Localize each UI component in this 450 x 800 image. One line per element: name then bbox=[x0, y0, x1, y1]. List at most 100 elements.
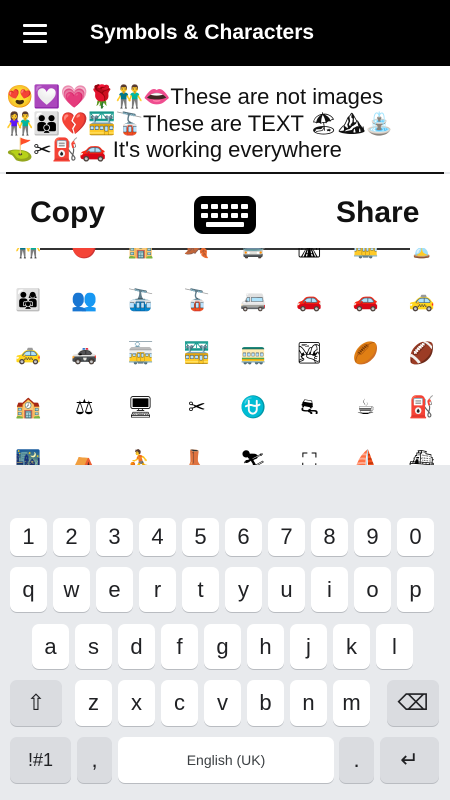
emoji-row: 🚕 🚓 🚋 🚟 🚃 🏞 🏉 🏈 bbox=[0, 338, 450, 368]
emoji-cell[interactable]: 👥 bbox=[56, 285, 112, 315]
key-s[interactable]: s bbox=[75, 624, 112, 669]
key-0[interactable]: 0 bbox=[397, 518, 434, 556]
emoji-cell[interactable]: 🚕 bbox=[0, 338, 56, 368]
emoji-cell[interactable]: 👨‍👩‍👧 bbox=[0, 285, 56, 315]
emoji-cell[interactable]: 🍂 bbox=[169, 248, 225, 262]
key-e[interactable]: e bbox=[96, 567, 133, 612]
emoji-cell[interactable]: 🏉 bbox=[338, 338, 394, 368]
enter-key[interactable]: ↵ bbox=[380, 737, 439, 783]
key-1[interactable]: 1 bbox=[10, 518, 47, 556]
key-3[interactable]: 3 bbox=[96, 518, 133, 556]
emoji-cell[interactable]: ⛐ bbox=[281, 392, 337, 422]
emoji-cell[interactable]: 🚗 bbox=[338, 285, 394, 315]
comma-key[interactable]: , bbox=[77, 737, 112, 783]
emoji-row: 👬 🔴 🏫 🍂 🚍 🛣 🚋 ⏳ bbox=[0, 248, 450, 262]
emoji-cell[interactable]: 🚍 bbox=[225, 248, 281, 262]
copy-button[interactable]: Copy bbox=[30, 196, 105, 230]
key-w[interactable]: w bbox=[53, 567, 90, 612]
emoji-cell[interactable]: 🚗 bbox=[281, 285, 337, 315]
space-key[interactable]: English (UK) bbox=[118, 737, 334, 783]
emoji-cell[interactable]: 🏈 bbox=[394, 338, 450, 368]
key-y[interactable]: y bbox=[225, 567, 262, 612]
app-title: Symbols & Characters bbox=[90, 21, 315, 44]
editor-line: 👫👪💔🚟🚡These are TEXT 🏖⛰⛲ bbox=[6, 110, 393, 136]
soft-keyboard: 1 2 3 4 5 6 7 8 9 0 q w e r t y u i o p … bbox=[0, 465, 450, 800]
text-editor[interactable]: 😍💟💗🌹👬👄These are not images 👫👪💔🚟🚡These ar… bbox=[0, 66, 450, 172]
emoji-cell[interactable]: ⛵ bbox=[338, 446, 394, 465]
emoji-cell[interactable]: 🖥 bbox=[113, 392, 169, 422]
enter-icon: ↵ bbox=[400, 747, 419, 772]
key-b[interactable]: b bbox=[247, 680, 284, 726]
emoji-cell[interactable]: ⚖ bbox=[56, 392, 112, 422]
emoji-cell[interactable]: 🚐 bbox=[225, 285, 281, 315]
key-x[interactable]: x bbox=[118, 680, 155, 726]
key-a[interactable]: a bbox=[32, 624, 69, 669]
symbols-key[interactable]: !#1 bbox=[10, 737, 71, 783]
key-l[interactable]: l bbox=[376, 624, 413, 669]
key-r[interactable]: r bbox=[139, 567, 176, 612]
shift-key[interactable]: ⇧ bbox=[10, 680, 62, 726]
emoji-cell[interactable]: 🏞 bbox=[281, 338, 337, 368]
key-f[interactable]: f bbox=[161, 624, 198, 669]
emoji-cell[interactable]: 🚓 bbox=[56, 338, 112, 368]
keyboard-icon[interactable] bbox=[194, 196, 256, 234]
emoji-cell[interactable]: 🏫 bbox=[113, 248, 169, 262]
emoji-cell[interactable]: 🚡 bbox=[169, 285, 225, 315]
emoji-cell[interactable]: ⛽ bbox=[394, 392, 450, 422]
key-i[interactable]: i bbox=[311, 567, 348, 612]
period-key[interactable]: . bbox=[339, 737, 374, 783]
emoji-row: 🏫 ⚖ 🖥 ✂ ⛎ ⛐ ☕ ⛽ bbox=[0, 392, 450, 422]
key-j[interactable]: j bbox=[290, 624, 327, 669]
key-g[interactable]: g bbox=[204, 624, 241, 669]
emoji-cell[interactable]: 🏫 bbox=[0, 392, 56, 422]
emoji-cell[interactable]: 🛣 bbox=[281, 248, 337, 262]
emoji-cell[interactable]: ☕ bbox=[338, 392, 394, 422]
emoji-cell[interactable]: 👬 bbox=[0, 248, 56, 262]
emoji-cell[interactable]: 🌃 bbox=[0, 446, 56, 465]
key-8[interactable]: 8 bbox=[311, 518, 348, 556]
key-2[interactable]: 2 bbox=[53, 518, 90, 556]
key-6[interactable]: 6 bbox=[225, 518, 262, 556]
editor-line: 😍💟💗🌹👬👄These are not images bbox=[6, 84, 384, 109]
key-9[interactable]: 9 bbox=[354, 518, 391, 556]
key-k[interactable]: k bbox=[333, 624, 370, 669]
key-u[interactable]: u bbox=[268, 567, 305, 612]
emoji-cell[interactable]: ⛷ bbox=[225, 446, 281, 465]
key-4[interactable]: 4 bbox=[139, 518, 176, 556]
emoji-cell[interactable]: ⏳ bbox=[394, 248, 450, 262]
emoji-cell[interactable]: 🚕 bbox=[394, 285, 450, 315]
emoji-cell[interactable]: 🚟 bbox=[169, 338, 225, 368]
key-c[interactable]: c bbox=[161, 680, 198, 726]
emoji-cell[interactable]: 👢 bbox=[169, 446, 225, 465]
key-7[interactable]: 7 bbox=[268, 518, 305, 556]
emoji-cell[interactable]: ✂ bbox=[169, 392, 225, 422]
key-m[interactable]: m bbox=[333, 680, 370, 726]
emoji-cell[interactable]: ⛹ bbox=[113, 446, 169, 465]
key-5[interactable]: 5 bbox=[182, 518, 219, 556]
emoji-row: 👨‍👩‍👧 👥 🚠 🚡 🚐 🚗 🚗 🚕 bbox=[0, 285, 450, 315]
emoji-grid: 👬 🔴 🏫 🍂 🚍 🛣 🚋 ⏳ 👨‍👩‍👧 👥 🚠 🚡 🚐 🚗 🚗 🚕 🚕 🚓 … bbox=[0, 248, 450, 465]
key-o[interactable]: o bbox=[354, 567, 391, 612]
emoji-cell[interactable]: ⛶ bbox=[281, 446, 337, 465]
key-t[interactable]: t bbox=[182, 567, 219, 612]
key-h[interactable]: h bbox=[247, 624, 284, 669]
key-z[interactable]: z bbox=[75, 680, 112, 726]
emoji-cell[interactable]: 🚠 bbox=[113, 285, 169, 315]
menu-icon[interactable] bbox=[0, 0, 70, 66]
emoji-cell[interactable]: ⛺ bbox=[56, 446, 112, 465]
key-p[interactable]: p bbox=[397, 567, 434, 612]
share-button[interactable]: Share bbox=[336, 196, 419, 230]
emoji-cell[interactable]: 🔴 bbox=[56, 248, 112, 262]
emoji-row: 🌃 ⛺ ⛹ 👢 ⛷ ⛶ ⛵ ⛴ bbox=[0, 446, 450, 465]
emoji-cell[interactable]: ⛴ bbox=[394, 446, 450, 465]
emoji-cell[interactable]: 🚋 bbox=[113, 338, 169, 368]
emoji-cell[interactable]: 🚋 bbox=[338, 248, 394, 262]
key-d[interactable]: d bbox=[118, 624, 155, 669]
emoji-cell[interactable]: ⛎ bbox=[225, 392, 281, 422]
key-v[interactable]: v bbox=[204, 680, 241, 726]
key-n[interactable]: n bbox=[290, 680, 327, 726]
emoji-cell[interactable]: 🚃 bbox=[225, 338, 281, 368]
key-q[interactable]: q bbox=[10, 567, 47, 612]
backspace-key[interactable]: ⌫ bbox=[387, 680, 439, 726]
app-bar: Symbols & Characters bbox=[0, 0, 450, 66]
